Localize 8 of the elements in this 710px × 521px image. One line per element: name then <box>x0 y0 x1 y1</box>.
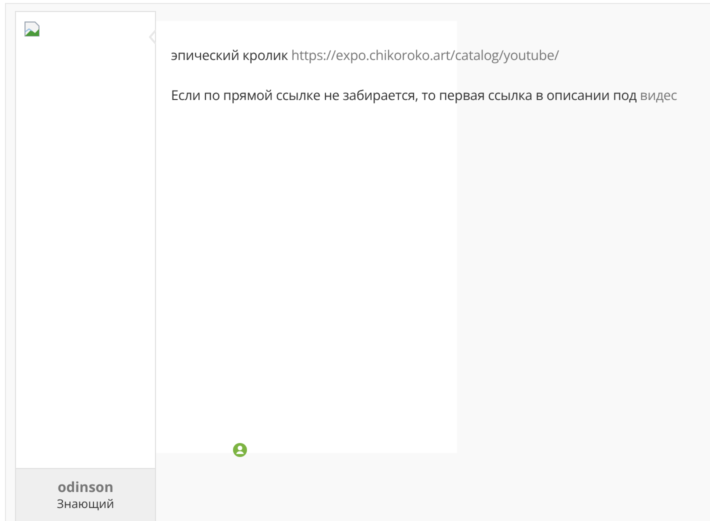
post-link[interactable]: https://expo.chikoroko.art/catalog/youtube/ <box>291 46 559 64</box>
post-link[interactable]: видес <box>640 86 678 104</box>
post-paragraph: Если по прямой ссылке не забирается, то первая ссылка в описании под видес <box>171 86 678 105</box>
user-icon[interactable] <box>233 443 247 457</box>
broken-image-icon <box>24 21 40 37</box>
post-paragraph: эпический кролик https://expo.chikoroko.art/catalog/youtube/ <box>171 46 560 65</box>
author-name[interactable]: odinson <box>58 479 114 496</box>
author-rank: Знающий <box>56 496 114 512</box>
